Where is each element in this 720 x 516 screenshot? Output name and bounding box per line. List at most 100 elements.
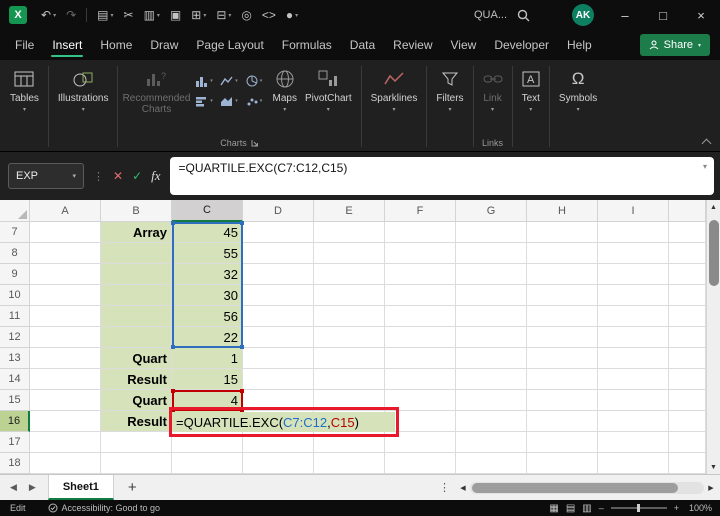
horizontal-scroll-track[interactable] bbox=[470, 481, 704, 494]
menu-tab-file[interactable]: File bbox=[6, 30, 43, 60]
cell-G9[interactable] bbox=[456, 264, 527, 285]
borders-button[interactable]: ⊟ ▾ bbox=[211, 4, 236, 26]
row-header-18[interactable]: 18 bbox=[0, 453, 30, 474]
cell-G15[interactable] bbox=[456, 390, 527, 411]
cell-A14[interactable] bbox=[30, 369, 101, 390]
cell-H16[interactable] bbox=[527, 411, 598, 432]
cell-E7[interactable] bbox=[314, 222, 385, 243]
column-header-partial[interactable] bbox=[669, 200, 706, 222]
cell-E15[interactable] bbox=[314, 390, 385, 411]
cell-A16[interactable] bbox=[30, 411, 101, 432]
cell-I14[interactable] bbox=[598, 369, 669, 390]
cell-F11[interactable] bbox=[385, 306, 456, 327]
name-box[interactable]: EXP ▾ bbox=[8, 163, 84, 189]
row-header-9[interactable]: 9 bbox=[0, 264, 30, 285]
cell-I10[interactable] bbox=[598, 285, 669, 306]
cell-F7[interactable] bbox=[385, 222, 456, 243]
cell-partial-17[interactable] bbox=[669, 432, 706, 453]
table-button[interactable]: ⊞ ▾ bbox=[186, 4, 211, 26]
bar-chart-button[interactable]: ▾ bbox=[191, 91, 216, 111]
cell-G17[interactable] bbox=[456, 432, 527, 453]
scroll-left-icon[interactable]: ◀ bbox=[456, 484, 470, 492]
cell-H13[interactable] bbox=[527, 348, 598, 369]
cell-D13[interactable] bbox=[243, 348, 314, 369]
cell-H10[interactable] bbox=[527, 285, 598, 306]
cell-C10[interactable]: 30 bbox=[172, 285, 243, 306]
cell-E13[interactable] bbox=[314, 348, 385, 369]
zoom-slider[interactable] bbox=[610, 504, 667, 512]
zoom-out-button[interactable]: – bbox=[599, 503, 604, 513]
cell-D11[interactable] bbox=[243, 306, 314, 327]
cell-A10[interactable] bbox=[30, 285, 101, 306]
cell-partial-14[interactable] bbox=[669, 369, 706, 390]
next-sheet-icon[interactable]: ▶ bbox=[29, 482, 36, 493]
menu-tab-developer[interactable]: Developer bbox=[485, 30, 558, 60]
dialog-launcher-icon[interactable] bbox=[251, 139, 259, 147]
cell-D15[interactable] bbox=[243, 390, 314, 411]
cell-I13[interactable] bbox=[598, 348, 669, 369]
cell-partial-11[interactable] bbox=[669, 306, 706, 327]
tables-button[interactable]: Tables ▾ bbox=[6, 64, 43, 113]
column-header-C[interactable]: C bbox=[172, 200, 243, 222]
cell-partial-18[interactable] bbox=[669, 453, 706, 474]
column-header-A[interactable]: A bbox=[30, 200, 101, 222]
avatar[interactable]: AK bbox=[572, 4, 594, 26]
cell-C15[interactable]: 4 bbox=[172, 390, 243, 411]
workbook-button[interactable]: ▤ ▾ bbox=[92, 4, 118, 26]
cell-D8[interactable] bbox=[243, 243, 314, 264]
accessibility-status[interactable]: Accessibility: Good to go bbox=[48, 503, 160, 513]
sheet-tab-sheet1[interactable]: Sheet1 bbox=[47, 475, 114, 500]
cell-F10[interactable] bbox=[385, 285, 456, 306]
cell-H9[interactable] bbox=[527, 264, 598, 285]
tab-bar-more-icon[interactable]: ⋮ bbox=[433, 481, 456, 494]
cell-G11[interactable] bbox=[456, 306, 527, 327]
row-header-12[interactable]: 12 bbox=[0, 327, 30, 348]
menu-tab-review[interactable]: Review bbox=[384, 30, 441, 60]
minimize-button[interactable]: – bbox=[606, 0, 644, 30]
formula-input[interactable]: =QUARTILE.EXC(C7:C12,C15) ▾ bbox=[169, 157, 714, 195]
zoom-level[interactable]: 100% bbox=[686, 503, 712, 513]
cell-G13[interactable] bbox=[456, 348, 527, 369]
pie-chart-button[interactable]: ▾ bbox=[241, 71, 266, 91]
redo-button[interactable]: ↷ bbox=[61, 4, 81, 26]
picture-button[interactable]: ▣ bbox=[165, 4, 186, 26]
cell-partial-10[interactable] bbox=[669, 285, 706, 306]
cell-F15[interactable] bbox=[385, 390, 456, 411]
column-chart-button[interactable]: ▾ bbox=[191, 71, 216, 91]
row-header-7[interactable]: 7 bbox=[0, 222, 30, 243]
camera-button[interactable]: ◎ bbox=[236, 4, 256, 26]
menu-tab-data[interactable]: Data bbox=[341, 30, 384, 60]
cell-H17[interactable] bbox=[527, 432, 598, 453]
cell-A12[interactable] bbox=[30, 327, 101, 348]
cell-D7[interactable] bbox=[243, 222, 314, 243]
chart-button[interactable]: ▥ ▾ bbox=[139, 4, 165, 26]
cell-E11[interactable] bbox=[314, 306, 385, 327]
cell-F18[interactable] bbox=[385, 453, 456, 474]
cell-A11[interactable] bbox=[30, 306, 101, 327]
vertical-scroll-thumb[interactable] bbox=[709, 220, 719, 286]
menu-tab-home[interactable]: Home bbox=[91, 30, 141, 60]
share-button[interactable]: Share ▾ bbox=[639, 34, 710, 56]
cell-edit-overlay[interactable]: =QUARTILE.EXC(C7:C12, C15) bbox=[173, 412, 395, 432]
cell-E8[interactable] bbox=[314, 243, 385, 264]
cell-A8[interactable] bbox=[30, 243, 101, 264]
cell-I16[interactable] bbox=[598, 411, 669, 432]
cell-B9[interactable] bbox=[101, 264, 172, 285]
column-header-E[interactable]: E bbox=[314, 200, 385, 222]
confirm-entry-button[interactable]: ✓ bbox=[132, 169, 142, 183]
maps-button[interactable]: Maps ▾ bbox=[268, 64, 300, 113]
scroll-right-icon[interactable]: ▶ bbox=[704, 484, 718, 492]
cell-D12[interactable] bbox=[243, 327, 314, 348]
cell-E17[interactable] bbox=[314, 432, 385, 453]
search-area[interactable]: QUA... bbox=[474, 0, 530, 30]
cell-E12[interactable] bbox=[314, 327, 385, 348]
cell-partial-16[interactable] bbox=[669, 411, 706, 432]
cell-B10[interactable] bbox=[101, 285, 172, 306]
menu-tab-draw[interactable]: Draw bbox=[141, 30, 187, 60]
zoom-in-button[interactable]: + bbox=[674, 503, 679, 513]
cell-B7[interactable]: Array bbox=[101, 222, 172, 243]
cell-C18[interactable] bbox=[172, 453, 243, 474]
cell-C11[interactable]: 56 bbox=[172, 306, 243, 327]
cell-I15[interactable] bbox=[598, 390, 669, 411]
column-header-G[interactable]: G bbox=[456, 200, 527, 222]
